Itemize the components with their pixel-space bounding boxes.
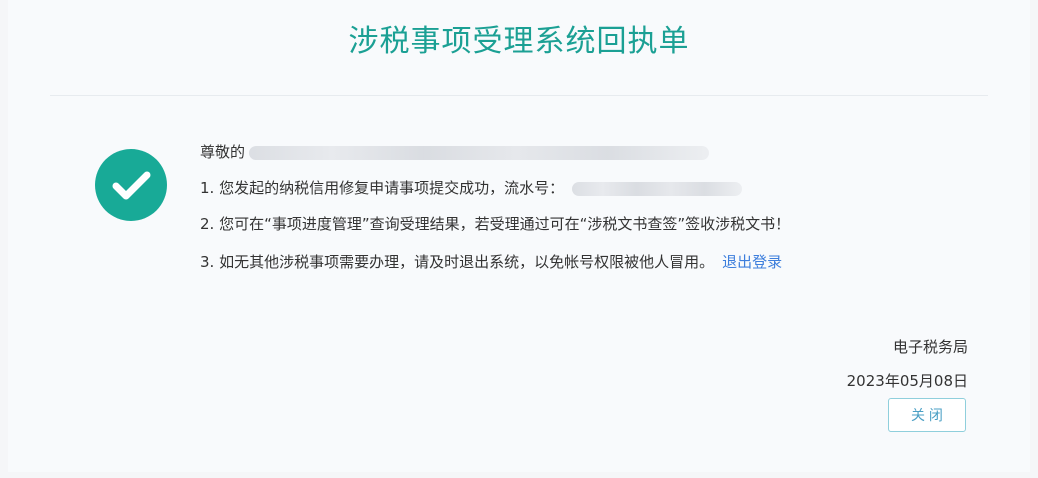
receipt-window: 涉税事项受理系统回执单 尊敬的 1. 您发起的纳税信用修复申请事项提交成功，流水… xyxy=(0,0,1038,478)
greeting-line: 尊敬的 xyxy=(200,142,710,162)
office-name: 电子税务局 xyxy=(892,338,968,356)
logout-reminder-line: 3. 如无其他涉税事项需要办理，请及时退出系统，以免帐号权限被他人冒用。 退出登录 xyxy=(200,252,782,272)
progress-text: 2. 您可在“事项进度管理”查询受理结果，若受理通过可在“涉税文书查签”签收涉税… xyxy=(200,215,791,233)
title-divider xyxy=(50,95,988,96)
masked-taxpayer-name xyxy=(249,145,710,160)
logout-reminder-text: 3. 如无其他涉税事项需要办理，请及时退出系统，以免帐号权限被他人冒用。 xyxy=(200,253,715,271)
receipt-date: 2023年05月08日 xyxy=(846,372,968,390)
submission-line: 1. 您发起的纳税信用修复申请事项提交成功，流水号： xyxy=(200,178,743,198)
submission-text: 1. 您发起的纳税信用修复申请事项提交成功，流水号： xyxy=(200,179,565,197)
progress-line: 2. 您可在“事项进度管理”查询受理结果，若受理通过可在“涉税文书查签”签收涉税… xyxy=(200,214,790,234)
close-button[interactable]: 关 闭 xyxy=(888,398,966,432)
receipt-card: 涉税事项受理系统回执单 尊敬的 1. 您发起的纳税信用修复申请事项提交成功，流水… xyxy=(8,0,1030,472)
masked-serial-number xyxy=(572,181,743,196)
check-circle-icon xyxy=(95,149,167,221)
page-title: 涉税事项受理系统回执单 xyxy=(348,24,690,59)
logout-link[interactable]: 退出登录 xyxy=(722,253,782,271)
greeting-prefix: 尊敬的 xyxy=(200,143,246,161)
